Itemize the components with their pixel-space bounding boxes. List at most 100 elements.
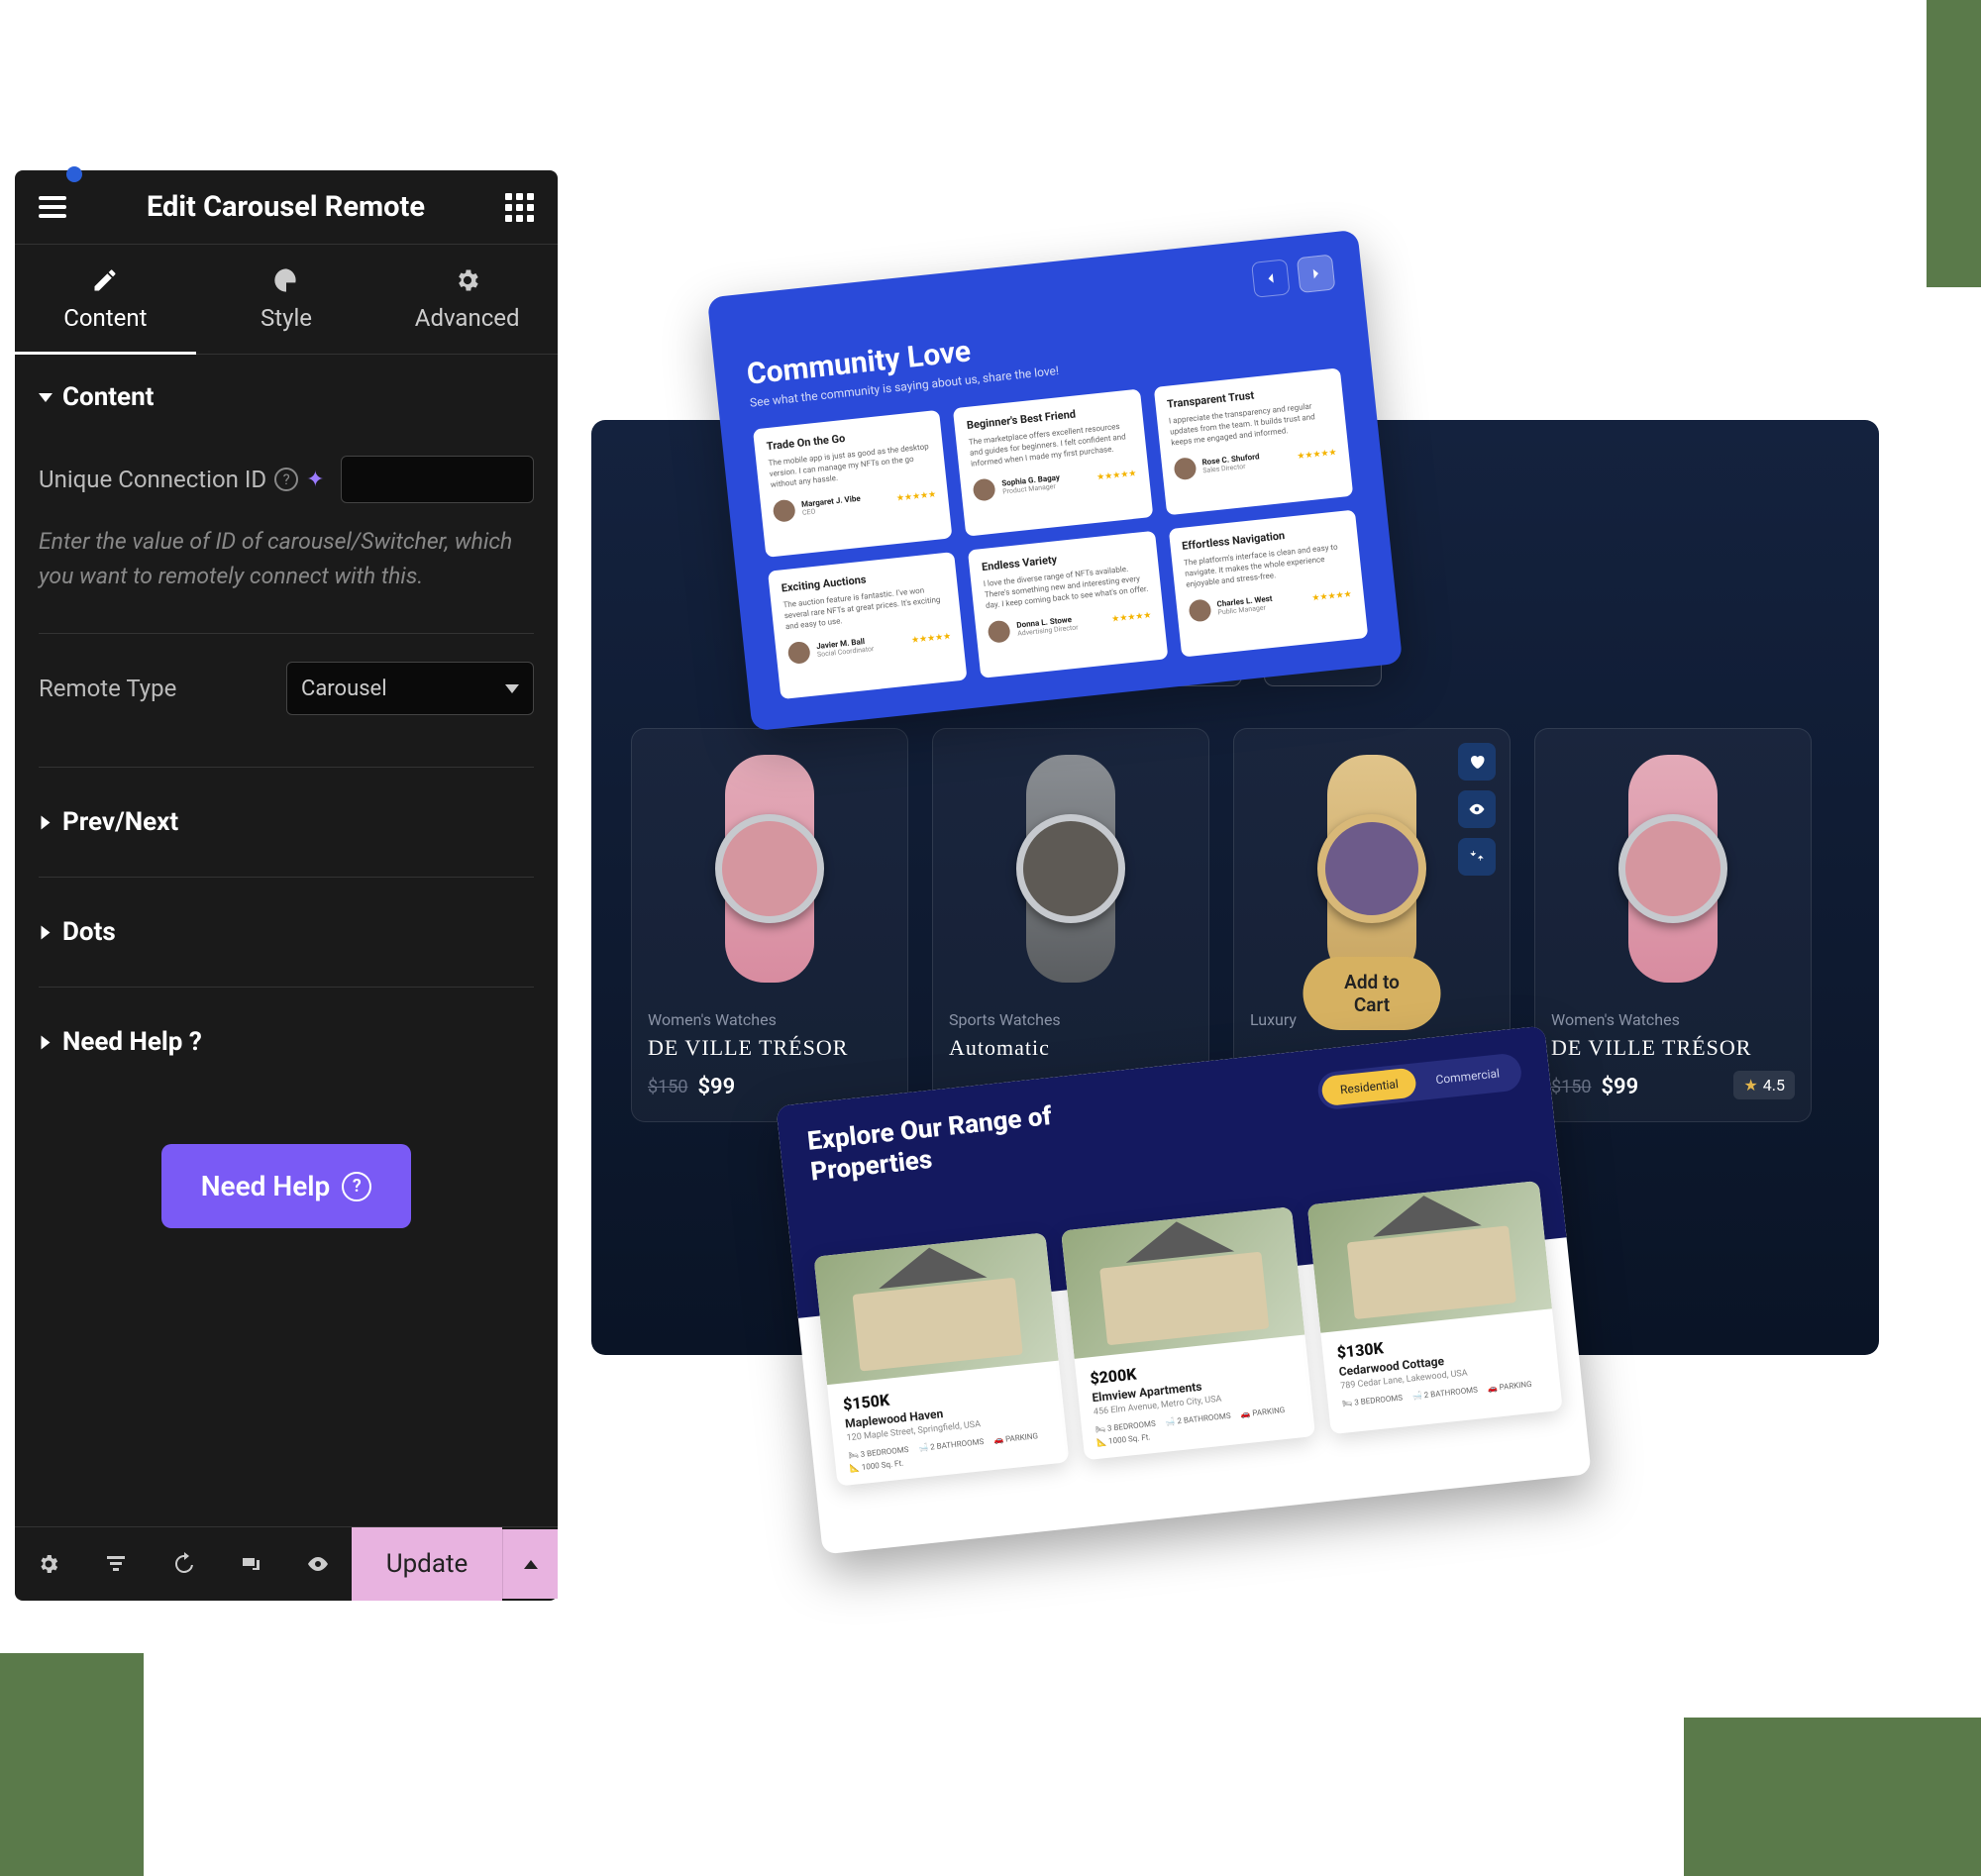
tab-content-label: Content xyxy=(63,304,147,332)
tab-style[interactable]: Style xyxy=(196,245,377,354)
avatar xyxy=(1188,598,1211,622)
section-dots-toggle[interactable]: Dots xyxy=(39,889,534,975)
star-rating: ★★★★★ xyxy=(911,631,952,645)
compare-icon[interactable] xyxy=(1458,838,1496,876)
section-needhelp-toggle[interactable]: Need Help ? xyxy=(39,999,534,1085)
product-name: DE VILLE TRÉSOR xyxy=(1551,1035,1795,1061)
testimonial-card: Trade On the Go The mobile app is just a… xyxy=(753,410,953,558)
testimonial-card: Endless Variety I love the diverse range… xyxy=(968,531,1168,678)
avatar xyxy=(1173,457,1197,480)
properties-card: Explore Our Range of Properties Resident… xyxy=(776,1025,1591,1554)
tab-style-label: Style xyxy=(261,304,312,332)
product-card[interactable]: Women's Watches DE VILLE TRÉSOR $150$99 … xyxy=(1534,728,1812,1122)
section-label: Dots xyxy=(62,917,116,947)
testimonial-card: Effortless Navigation The platform's int… xyxy=(1168,510,1368,658)
avatar xyxy=(787,640,811,664)
chevron-down-icon xyxy=(505,684,519,693)
decoration-top-right xyxy=(1927,0,1981,287)
testimonial-card: Exciting Auctions The auction feature is… xyxy=(768,552,968,699)
property-type-segment: Residential Commercial xyxy=(1316,1052,1522,1110)
commercial-tab[interactable]: Commercial xyxy=(1416,1057,1518,1096)
navigator-icon[interactable] xyxy=(82,1529,150,1599)
helper-text: Enter the value of ID of carousel/Switch… xyxy=(39,519,534,621)
community-love-card: Community Love See what the community is… xyxy=(707,230,1403,732)
property-card[interactable]: $200K Elmview Apartments 456 Elm Avenue,… xyxy=(1061,1206,1316,1460)
product-image xyxy=(1551,745,1795,992)
star-rating: ★★★★★ xyxy=(1311,589,1352,603)
tab-content[interactable]: Content xyxy=(15,245,196,354)
product-card[interactable]: Women's Watches DE VILLE TRÉSOR $150 $99 xyxy=(631,728,908,1122)
new-price: $99 xyxy=(1601,1075,1638,1099)
new-price: $99 xyxy=(697,1075,735,1099)
menu-icon[interactable] xyxy=(39,196,66,218)
widgets-icon[interactable] xyxy=(505,193,534,222)
testimonial-next-button[interactable] xyxy=(1297,255,1336,294)
rating-badge: ★4.5 xyxy=(1733,1071,1795,1099)
testimonial-grid: Trade On the Go The mobile app is just a… xyxy=(753,367,1368,699)
avatar xyxy=(773,498,796,522)
section-content-toggle[interactable]: Content xyxy=(39,355,534,440)
product-image xyxy=(949,745,1193,992)
elementor-panel: Edit Carousel Remote Content Style Advan… xyxy=(15,170,558,1601)
need-help-button[interactable]: Need Help ? xyxy=(161,1144,412,1228)
notification-dot xyxy=(66,166,82,182)
star-rating: ★★★★★ xyxy=(1297,448,1337,462)
history-icon[interactable] xyxy=(150,1529,217,1599)
divider xyxy=(39,877,534,878)
update-button[interactable]: Update xyxy=(352,1527,502,1601)
update-options-button[interactable] xyxy=(502,1529,558,1599)
remote-type-label: Remote Type xyxy=(39,675,176,702)
settings-icon[interactable] xyxy=(15,1529,82,1599)
avatar xyxy=(973,477,996,501)
dynamic-icon[interactable]: ✦ xyxy=(306,468,324,492)
decoration-bottom-left xyxy=(0,1653,144,1876)
property-card[interactable]: $150K Maplewood Haven 120 Maple Street, … xyxy=(813,1232,1069,1486)
wishlist-icon[interactable] xyxy=(1458,743,1496,781)
preview-icon[interactable] xyxy=(284,1529,352,1599)
property-image xyxy=(1307,1181,1552,1333)
star-rating: ★★★★★ xyxy=(1096,469,1137,482)
decoration-bottom-right xyxy=(1684,1718,1981,1876)
rating-value: 4.5 xyxy=(1763,1076,1785,1094)
avatar xyxy=(988,619,1011,643)
select-value: Carousel xyxy=(301,677,387,701)
section-prevnext-toggle[interactable]: Prev/Next xyxy=(39,780,534,865)
old-price: $150 xyxy=(648,1077,687,1097)
section-label: Prev/Next xyxy=(62,807,178,837)
testimonial-card: Beginner's Best Friend The marketplace o… xyxy=(953,389,1153,537)
add-to-cart-button[interactable]: Add to Cart xyxy=(1303,957,1441,1030)
divider xyxy=(39,987,534,988)
property-image xyxy=(1061,1206,1305,1359)
property-image xyxy=(813,1232,1058,1385)
product-category: Women's Watches xyxy=(1551,1010,1795,1029)
product-card[interactable]: Sports Watches Automatic xyxy=(932,728,1209,1122)
product-name: DE VILLE TRÉSOR xyxy=(648,1035,891,1061)
connection-id-label: Unique Connection ID ? ✦ xyxy=(39,466,325,493)
tab-advanced-label: Advanced xyxy=(415,304,520,332)
help-icon[interactable]: ? xyxy=(274,468,298,491)
old-price: $150 xyxy=(1551,1077,1591,1097)
divider xyxy=(39,633,534,634)
testimonial-card: Transparent Trust I appreciate the trans… xyxy=(1153,367,1353,515)
star-rating: ★★★★★ xyxy=(896,489,937,503)
residential-tab[interactable]: Residential xyxy=(1321,1067,1418,1106)
connection-id-input[interactable] xyxy=(341,456,534,503)
product-category: Women's Watches xyxy=(648,1010,891,1029)
properties-heading: Explore Our Range of Properties xyxy=(806,1100,1069,1189)
property-card[interactable]: $130K Cedarwood Cottage 789 Cedar Lane, … xyxy=(1307,1181,1563,1434)
panel-title: Edit Carousel Remote xyxy=(147,190,425,224)
star-rating: ★★★★★ xyxy=(1111,610,1152,624)
product-name: Automatic xyxy=(949,1035,1193,1061)
divider xyxy=(39,767,534,768)
tab-advanced[interactable]: Advanced xyxy=(376,245,558,354)
section-label: Content xyxy=(62,382,154,412)
responsive-icon[interactable] xyxy=(217,1529,284,1599)
remote-type-select[interactable]: Carousel xyxy=(286,662,534,715)
product-image xyxy=(648,745,891,992)
quickview-icon[interactable] xyxy=(1458,790,1496,828)
product-category: Sports Watches xyxy=(949,1010,1193,1029)
section-label: Need Help ? xyxy=(62,1027,202,1057)
testimonial-prev-button[interactable] xyxy=(1251,259,1291,298)
help-btn-label: Need Help xyxy=(201,1170,331,1202)
help-icon: ? xyxy=(342,1172,371,1201)
